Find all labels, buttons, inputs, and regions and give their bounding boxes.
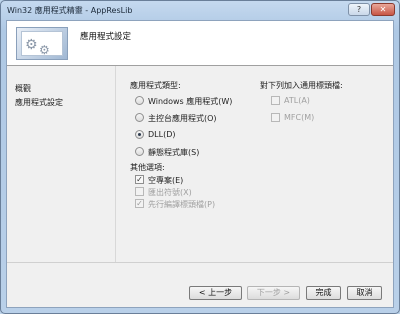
close-button[interactable]: ✕	[371, 3, 395, 16]
radio-dll[interactable]	[135, 130, 144, 139]
checkbox-precompiled-header[interactable]: ✓	[135, 199, 144, 208]
radio-label: 靜態程式庫(S)	[148, 148, 200, 157]
finish-button[interactable]: 完成	[306, 286, 341, 300]
checkbox-mfc[interactable]	[271, 113, 280, 122]
checkmark-icon: ✓	[136, 175, 143, 184]
checkbox-export-symbols[interactable]	[135, 187, 144, 196]
window-title: Win32 應用程式精靈 - AppResLib	[7, 6, 133, 15]
cancel-button[interactable]: 取消	[347, 286, 382, 300]
next-button[interactable]: 下一步 >	[247, 286, 300, 300]
checkbox-atl[interactable]	[271, 96, 280, 105]
checkbox-label: 先行編譯標頭檔(P)	[148, 200, 216, 209]
title-bar: Win32 應用程式精靈 - AppResLib ? ✕	[1, 1, 399, 19]
checkbox-label: 空專案(E)	[148, 176, 184, 185]
radio-label: Windows 應用程式(W)	[148, 97, 233, 106]
nav-item-overview[interactable]: 概觀	[15, 83, 31, 94]
gear-icon: ⚙	[39, 43, 50, 57]
checkbox-label: MFC(M)	[284, 113, 315, 122]
wizard-header: ⚙ ⚙ 應用程式設定	[7, 21, 393, 66]
app-type-label: 應用程式類型:	[130, 81, 181, 90]
wizard-banner-image: ⚙ ⚙	[16, 27, 68, 60]
radio-windows-app[interactable]	[135, 96, 144, 105]
checkbox-empty-project[interactable]: ✓	[135, 175, 144, 184]
checkmark-icon: ✓	[136, 199, 143, 208]
prev-button[interactable]: < 上一步	[189, 286, 242, 300]
radio-label: 主控台應用程式(O)	[148, 114, 217, 123]
wizard-nav: 概觀 應用程式設定	[7, 66, 116, 262]
radio-console-app[interactable]	[135, 113, 144, 122]
radio-static-library[interactable]	[135, 147, 144, 156]
nav-item-app-settings[interactable]: 應用程式設定	[15, 97, 63, 108]
common-headers-label: 對下列加入通用標頭檔:	[260, 81, 343, 90]
help-button[interactable]: ?	[348, 3, 370, 16]
other-options-label: 其他選項:	[130, 163, 165, 172]
wizard-window: Win32 應用程式精靈 - AppResLib ? ✕ ⚙ ⚙ 應用程式設定 …	[0, 0, 400, 314]
footer-divider	[7, 262, 393, 263]
page-title: 應用程式設定	[80, 32, 132, 42]
gear-icon: ⚙	[25, 37, 38, 53]
wizard-client-area: ⚙ ⚙ 應用程式設定 概觀 應用程式設定 應用程式類型: Windows 應用程…	[6, 20, 394, 308]
checkbox-label: 匯出符號(X)	[148, 188, 192, 197]
radio-label: DLL(D)	[148, 130, 176, 139]
checkbox-label: ATL(A)	[284, 96, 310, 105]
